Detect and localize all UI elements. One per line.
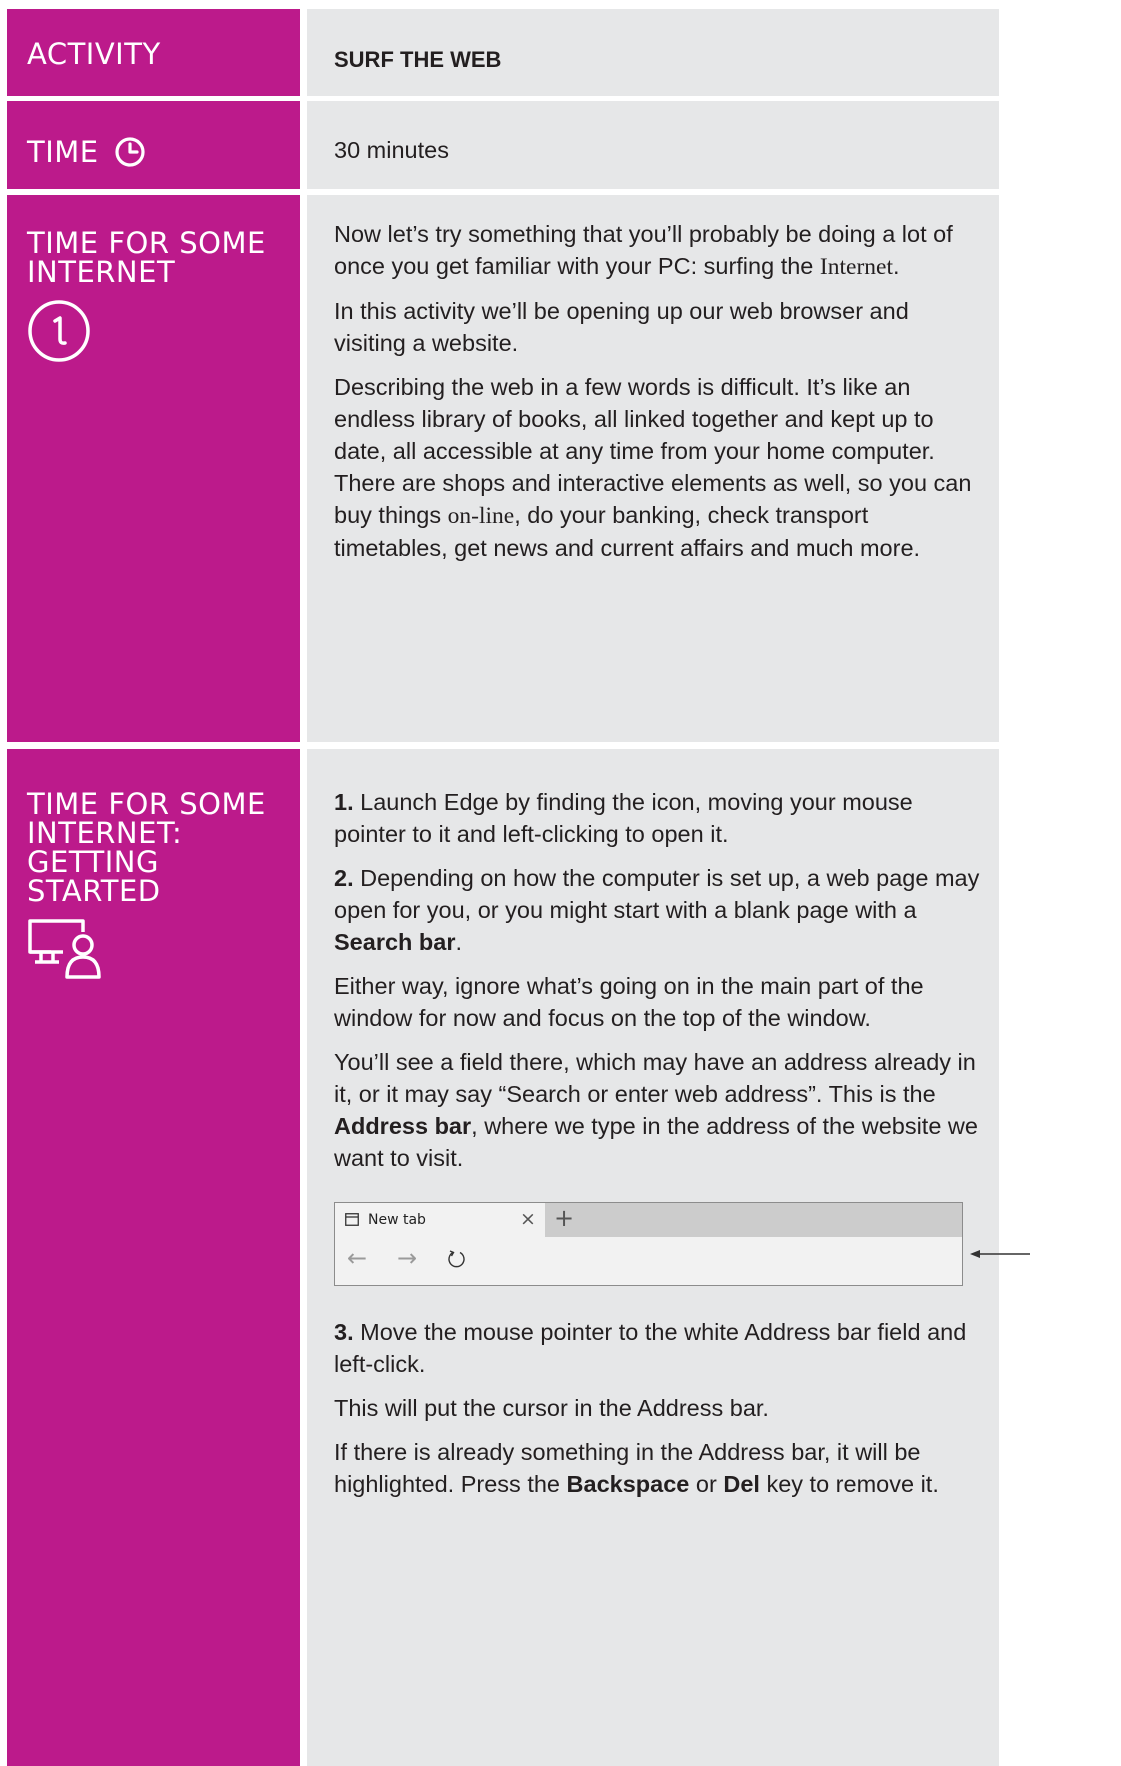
computer-user-icon (28, 919, 101, 979)
step-3: 3. Move the mouse pointer to the white A… (334, 1319, 967, 1377)
browser-screenshot: New tab × + ← → (334, 1202, 1030, 1286)
window-icon (345, 1213, 359, 1226)
back-arrow-icon[interactable]: ← (347, 1243, 367, 1273)
time-label: TIME (7, 101, 300, 189)
activity-label-text: ACTIVITY (27, 37, 161, 71)
getting-started-label-line3: STARTED (27, 874, 161, 908)
internet-intro-cell: Now let’s try something that you’ll prob… (307, 195, 999, 742)
browser-tab[interactable]: New tab × (335, 1203, 545, 1237)
getting-started-label-line2: INTERNET: GETTING (27, 816, 183, 879)
cursor-paragraph: This will put the cursor in the Address … (334, 1395, 769, 1421)
time-value-cell: 30 minutes (307, 101, 999, 189)
highlight-paragraph: If there is already something in the Add… (334, 1439, 939, 1497)
internet-intro-label: TIME FOR SOME INTERNET (7, 195, 300, 742)
getting-started-label-line1: TIME FOR SOME (27, 787, 266, 821)
tab-title: New tab (368, 1212, 426, 1228)
close-tab-icon[interactable]: × (520, 1207, 536, 1231)
either-way-paragraph: Either way, ignore what’s going on in th… (334, 973, 924, 1031)
activity-value-cell: SURF THE WEB (307, 9, 999, 96)
time-label-text: TIME (27, 135, 99, 169)
getting-started-cell: 1. Launch Edge by finding the icon, movi… (307, 749, 1030, 1766)
activity-label: ACTIVITY (7, 9, 300, 96)
info-circle-icon (28, 300, 90, 362)
address-bar-paragraph: You’ll see a field there, which may have… (334, 1049, 978, 1171)
getting-started-label: TIME FOR SOME INTERNET: GETTING STARTED (7, 749, 300, 1766)
time-value: 30 minutes (334, 137, 449, 163)
activity-title: SURF THE WEB (334, 47, 502, 72)
internet-intro-label-line2: INTERNET (27, 255, 176, 289)
internet-intro-label-line1: TIME FOR SOME (27, 226, 266, 260)
intro-paragraph-2: In this activity we’ll be opening up our… (334, 298, 909, 356)
clock-icon (115, 137, 145, 167)
step-2: 2. Depending on how the computer is set … (334, 865, 980, 955)
callout-arrow-icon (970, 1250, 1030, 1258)
new-tab-icon[interactable]: + (554, 1205, 574, 1231)
intro-paragraph-1: Now let’s try something that you’ll prob… (334, 221, 953, 280)
intro-paragraph-3: Describing the web in a few words is dif… (334, 374, 972, 561)
forward-arrow-icon[interactable]: → (397, 1243, 417, 1273)
refresh-icon[interactable] (447, 1249, 467, 1269)
step-1: 1. Launch Edge by finding the icon, movi… (334, 789, 913, 847)
